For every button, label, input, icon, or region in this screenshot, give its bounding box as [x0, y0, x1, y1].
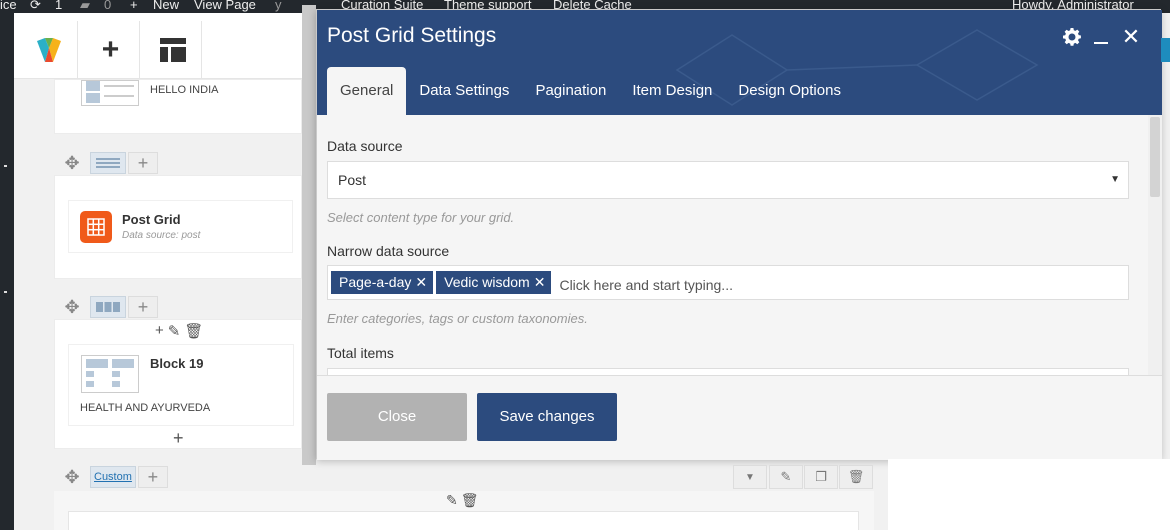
close-button[interactable]: Close	[327, 393, 467, 441]
page-background	[888, 459, 1170, 530]
chevron-down-icon: ▼	[745, 471, 755, 483]
add-element-icon[interactable]: +	[173, 428, 184, 449]
row-delete-button[interactable]: 🗑	[839, 465, 873, 489]
save-changes-button[interactable]: Save changes	[477, 393, 617, 441]
move-icon[interactable]: ✥	[54, 465, 90, 489]
builder-row: + ✎ 🗑 Block 19 HEALTH AND AYURVEDA +	[54, 319, 302, 449]
modal-scrollbar[interactable]	[1148, 115, 1162, 375]
row-layout-button[interactable]	[90, 296, 126, 318]
tag-chip: Page-a-day ✕	[331, 271, 434, 294]
row-controls: ✥ +	[54, 151, 158, 175]
post-grid-settings-modal: Post Grid Settings ✕ General Data Settin…	[316, 9, 1162, 460]
block19-element[interactable]: Block 19 HEALTH AND AYURVEDA	[68, 344, 294, 426]
modal-body: Data source Post ▼ Select content type f…	[317, 115, 1162, 375]
move-icon[interactable]: ✥	[54, 151, 90, 175]
comments-icon[interactable]: ▰	[80, 0, 90, 13]
data-source-value: Post	[338, 172, 367, 188]
remove-tag-icon[interactable]: ✕	[415, 274, 427, 290]
modal-tabs: General Data Settings Pagination Item De…	[327, 67, 854, 115]
tag-chip: Vedic wisdom ✕	[436, 271, 552, 294]
menu-tick	[4, 165, 7, 167]
updates-icon[interactable]: ⟳	[30, 0, 41, 13]
tag-label: Page-a-day	[339, 274, 412, 290]
admin-bar-site-fragment[interactable]: ice	[0, 0, 17, 13]
move-icon[interactable]: ✥	[54, 295, 90, 319]
add-column-button[interactable]: +	[128, 152, 158, 174]
modal-footer: Close Save changes	[317, 375, 1162, 460]
builder-row: HELLO INDIA	[54, 79, 302, 134]
narrow-source-label: Narrow data source	[327, 243, 450, 259]
row-controls: ✥ +	[54, 295, 158, 319]
post-grid-icon	[80, 211, 112, 243]
row-toggle-button[interactable]: ▼	[733, 465, 767, 489]
gear-icon[interactable]	[1061, 26, 1083, 48]
close-icon[interactable]: ✕	[1120, 24, 1142, 49]
narrow-source-input[interactable]: Click here and start typing...	[559, 277, 733, 293]
tab-general[interactable]: General	[327, 67, 407, 115]
block-thumbnail	[81, 80, 139, 106]
chevron-down-icon: ▼	[1110, 174, 1120, 185]
add-column-button[interactable]: +	[128, 296, 158, 318]
trash-icon[interactable]: 🗑	[461, 492, 479, 509]
builder-toolbar: +	[14, 13, 314, 79]
data-source-help: Select content type for your grid.	[327, 210, 515, 225]
modal-drag-handle[interactable]	[302, 5, 316, 465]
plus-icon: +	[101, 33, 120, 66]
total-items-input[interactable]	[327, 368, 1129, 375]
element-subtitle: Data source: post	[122, 230, 201, 241]
custom-layout-link[interactable]: Custom	[90, 466, 136, 488]
layout-icon	[159, 38, 186, 62]
pencil-icon[interactable]: ✎	[446, 492, 458, 509]
post-grid-element[interactable]: Post Grid Data source: post	[68, 200, 293, 253]
element-title: HELLO INDIA	[150, 84, 219, 96]
templates-button[interactable]	[144, 21, 202, 79]
row-layout-button[interactable]	[90, 152, 126, 174]
builder-row: Post Grid Data source: post	[54, 175, 302, 279]
add-icon[interactable]: +	[155, 322, 164, 340]
add-column-button[interactable]: +	[137, 466, 168, 488]
element-title: Post Grid	[122, 212, 181, 227]
column-container	[68, 511, 859, 530]
element-title: Block 19	[150, 356, 204, 371]
total-items-label: Total items	[327, 345, 394, 361]
menu-tick	[4, 291, 7, 293]
trash-icon[interactable]: 🗑	[184, 322, 203, 340]
row-edit-button[interactable]: ✎	[769, 465, 803, 489]
tab-pagination[interactable]: Pagination	[522, 67, 619, 115]
tag-label: Vedic wisdom	[444, 274, 530, 290]
add-element-button[interactable]: +	[82, 21, 140, 79]
element-controls: + ✎ 🗑	[155, 322, 203, 340]
column-controls: ✎ 🗑	[446, 492, 479, 509]
data-source-label: Data source	[327, 138, 403, 154]
yoast-icon[interactable]: y	[275, 0, 282, 13]
tab-design-options[interactable]: Design Options	[725, 67, 854, 115]
modal-title: Post Grid Settings	[327, 24, 497, 47]
view-page-link[interactable]: View Page	[194, 0, 256, 13]
tab-item-design[interactable]: Item Design	[619, 67, 725, 115]
element-subtitle: HEALTH AND AYURVEDA	[80, 402, 211, 414]
modal-header[interactable]: Post Grid Settings ✕ General Data Settin…	[317, 10, 1162, 115]
new-plus-icon[interactable]: +	[130, 0, 138, 13]
clone-icon: ❐	[815, 469, 827, 484]
new-button[interactable]: New	[153, 0, 179, 13]
scrollbar-thumb[interactable]	[1150, 117, 1160, 197]
row-clone-button[interactable]: ❐	[804, 465, 838, 489]
tab-data-settings[interactable]: Data Settings	[406, 67, 522, 115]
narrow-source-field[interactable]: Page-a-day ✕ Vedic wisdom ✕ Click here and…	[327, 265, 1129, 300]
updates-count[interactable]: 1	[55, 0, 62, 13]
pencil-icon: ✎	[780, 469, 792, 484]
minimize-icon[interactable]	[1090, 26, 1112, 48]
narrow-source-help: Enter categories, tags or custom taxonom…	[327, 311, 588, 326]
block-thumbnail	[81, 355, 139, 393]
vc-logo-icon[interactable]	[20, 21, 78, 79]
trash-icon: 🗑	[847, 469, 865, 484]
pencil-icon[interactable]: ✎	[168, 322, 181, 340]
admin-menu-edge	[0, 13, 14, 530]
data-source-select[interactable]: Post ▼	[327, 161, 1129, 199]
comments-count[interactable]: 0	[104, 0, 111, 13]
remove-tag-icon[interactable]: ✕	[534, 274, 546, 290]
right-edge-button[interactable]	[1161, 38, 1170, 62]
